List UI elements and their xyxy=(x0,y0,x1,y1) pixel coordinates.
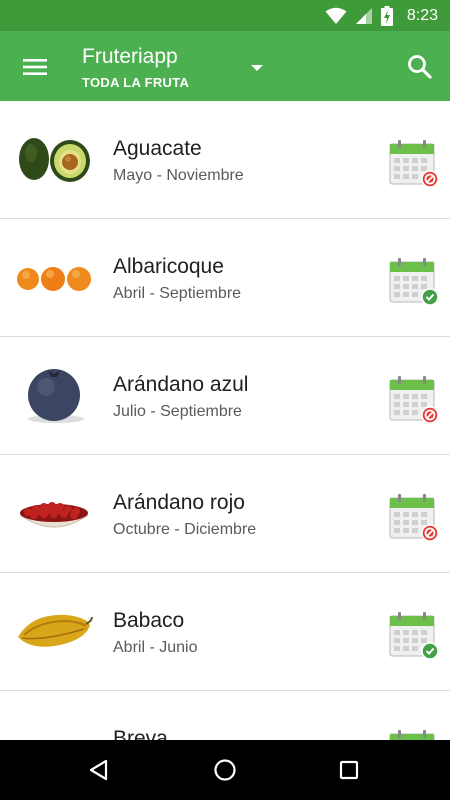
fruit-list[interactable]: Aguacate Mayo - Noviembre Albaricoque Ab… xyxy=(0,101,450,740)
breva-thumbnail xyxy=(14,709,94,740)
search-button[interactable] xyxy=(404,51,436,83)
list-item[interactable]: Arándano rojo Octubre - Diciembre xyxy=(0,455,450,573)
battery-charging-icon xyxy=(380,6,393,26)
fruit-name: Babaco xyxy=(113,609,185,632)
calendar-out-of-season-icon xyxy=(389,376,439,424)
fruit-season: Julio - Septiembre xyxy=(113,403,242,420)
recents-icon xyxy=(339,760,359,780)
fruit-name: Arándano rojo xyxy=(113,491,245,514)
calendar-out-of-season-icon xyxy=(389,494,439,542)
calendar-in-season-icon xyxy=(389,730,435,740)
back-button[interactable] xyxy=(85,755,115,785)
fruit-season: Abril - Junio xyxy=(113,639,198,656)
list-item[interactable]: Arándano azul Julio - Septiembre xyxy=(0,337,450,455)
filter-subtitle[interactable]: TODA LA FRUTA xyxy=(82,75,189,90)
navigation-bar xyxy=(0,740,450,800)
fruit-season: Mayo - Noviembre xyxy=(113,167,244,184)
fruit-season: Abril - Septiembre xyxy=(113,285,242,302)
babaco-thumbnail xyxy=(18,614,93,647)
calendar-in-season-icon xyxy=(389,258,439,306)
menu-icon xyxy=(23,59,47,75)
status-bar: 8:23 xyxy=(0,0,450,31)
app-bar: Fruteriapp TODA LA FRUTA xyxy=(0,31,450,101)
fruit-name: Arándano azul xyxy=(113,373,249,396)
list-item[interactable]: Breva xyxy=(0,691,450,740)
calendar-in-season-icon xyxy=(389,612,439,660)
back-icon xyxy=(89,759,108,781)
menu-button[interactable] xyxy=(18,53,52,81)
home-icon xyxy=(214,759,236,781)
list-item[interactable]: Aguacate Mayo - Noviembre xyxy=(0,101,450,219)
recents-button[interactable] xyxy=(334,755,364,785)
fruit-season: Octubre - Diciembre xyxy=(113,521,257,538)
calendar-out-of-season-icon xyxy=(389,140,439,188)
home-button[interactable] xyxy=(210,755,240,785)
signal-icon xyxy=(355,8,372,24)
filter-dropdown-button[interactable] xyxy=(246,57,268,79)
blueberry-thumbnail xyxy=(28,369,84,423)
app-title: Fruteriapp xyxy=(82,45,178,68)
apricot-thumbnail xyxy=(17,267,91,291)
fruit-name: Aguacate xyxy=(113,137,202,160)
dropdown-icon xyxy=(251,65,263,71)
wifi-icon xyxy=(325,7,347,24)
status-time: 8:23 xyxy=(406,7,438,24)
list-item[interactable]: Babaco Abril - Junio xyxy=(0,573,450,691)
cranberry-thumbnail xyxy=(19,502,89,528)
avocado-thumbnail xyxy=(19,138,90,182)
status-icons: 8:23 xyxy=(325,6,438,26)
fruit-name: Albaricoque xyxy=(113,255,224,278)
fruit-name: Breva xyxy=(113,727,168,740)
list-item[interactable]: Albaricoque Abril - Septiembre xyxy=(0,219,450,337)
search-icon xyxy=(408,55,432,79)
